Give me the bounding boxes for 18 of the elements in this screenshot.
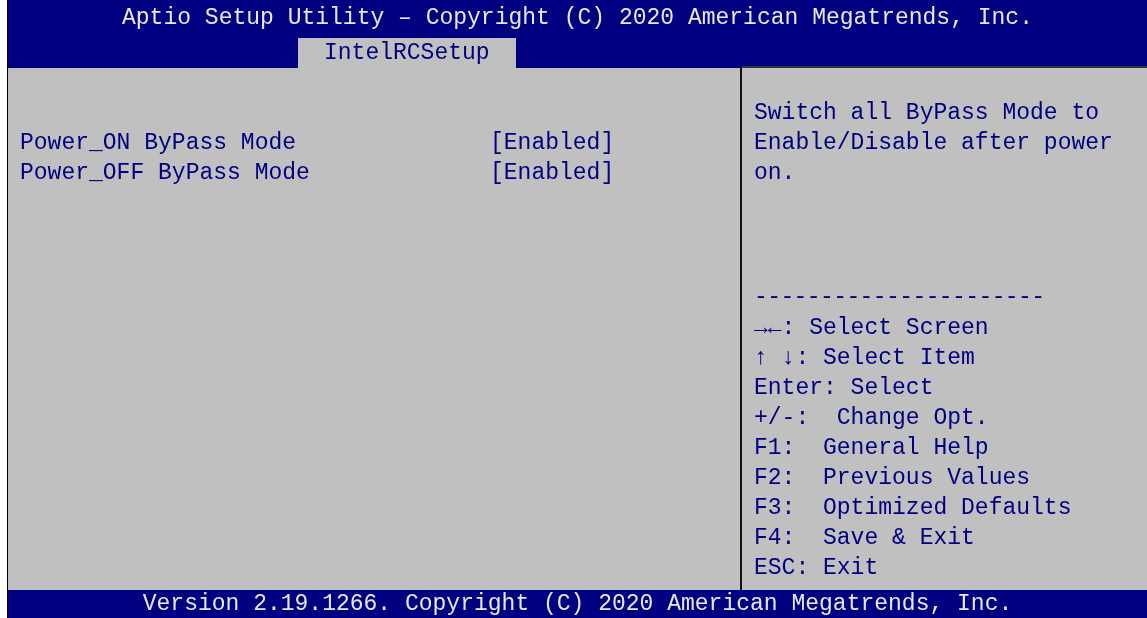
setting-label: Power_ON ByPass Mode bbox=[20, 130, 298, 156]
key-help-line: ESC: Exit bbox=[754, 554, 880, 583]
version-text: Version 2.19.1266. Copyright (C) 2020 American Megatrends, Inc. bbox=[142, 591, 1013, 617]
key-help-line: F3: Optimized Defaults bbox=[754, 494, 1073, 523]
key-help-line: F4: Save & Exit bbox=[754, 524, 976, 553]
key-help-line: →←: Select Screen bbox=[754, 314, 990, 343]
separator-line: ---------------------- bbox=[754, 283, 1046, 311]
setting-value[interactable]: [Enabled] bbox=[490, 160, 615, 186]
key-help-line: F2: Previous Values bbox=[754, 464, 1032, 493]
help-text: Switch all ByPass Mode to Enable/Disable after power on. bbox=[754, 99, 1114, 188]
key-help-line: Enter: Select bbox=[754, 374, 935, 403]
setting-label: Power_OFF ByPass Mode bbox=[20, 160, 311, 186]
window-title: Aptio Setup Utility – Copyright (C) 2020 American Megatrends, Inc. bbox=[122, 5, 1033, 31]
tab[interactable]: IntelRCSetup bbox=[298, 38, 516, 68]
key-help-line: +/-: Change Opt. bbox=[754, 404, 990, 433]
setting-value[interactable]: [Enabled] bbox=[490, 130, 615, 156]
key-help-line: ↑ ↓: Select Item bbox=[754, 344, 976, 373]
key-help-line: F1: General Help bbox=[754, 434, 990, 463]
